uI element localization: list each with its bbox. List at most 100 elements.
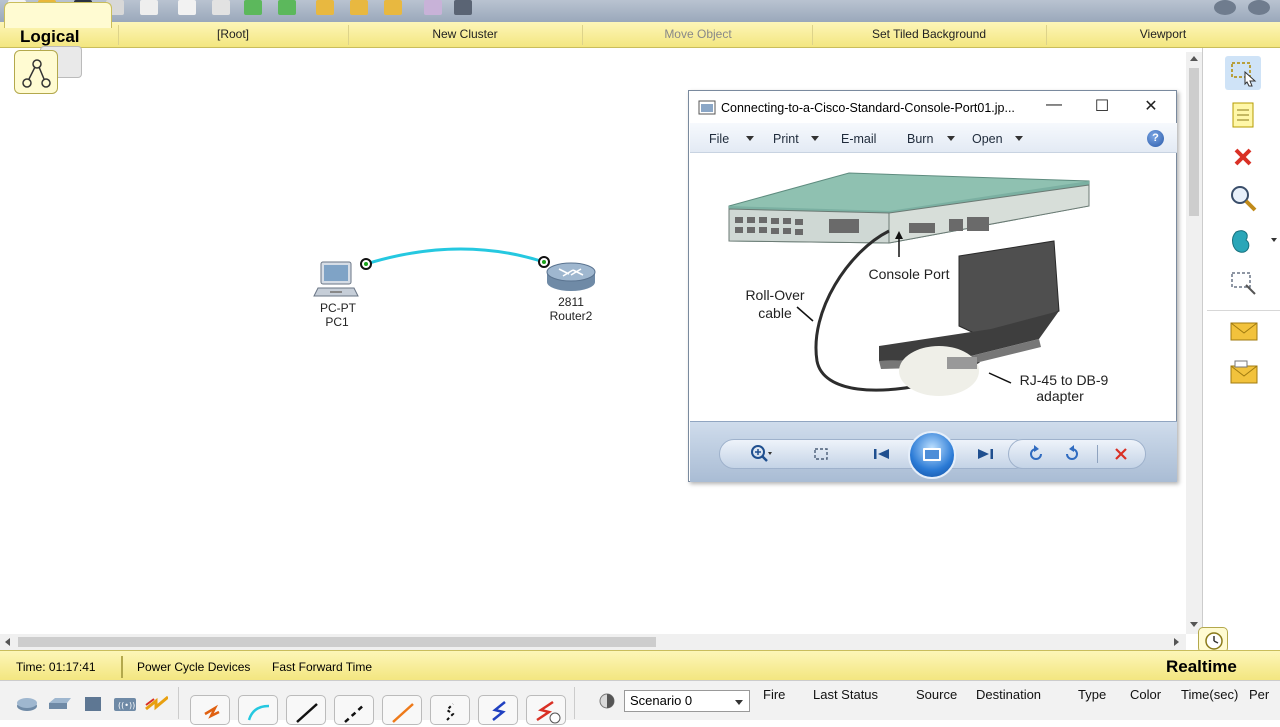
image-viewer-window[interactable]: Connecting-to-a-Cisco-Standard-Console-P… [688,90,1177,482]
delete-tool-button[interactable] [1225,140,1261,174]
delete-icon[interactable] [1108,441,1134,467]
chevron-down-icon[interactable] [735,700,743,705]
zoom-in-icon[interactable] [316,0,334,15]
logical-tab[interactable] [4,2,112,28]
pc1-name-label: PC1 [325,315,349,329]
fast-forward-time-button[interactable]: Fast Forward Time [272,660,372,674]
menu-email[interactable]: E-mail [841,132,876,146]
fiber-cable-button[interactable] [382,695,422,725]
realtime-mode-label[interactable]: Realtime [1166,657,1237,677]
help-icon[interactable]: ? [1147,130,1164,147]
pdu-column-periodic[interactable]: Per [1249,687,1269,702]
console-connection-photo: Console Port Roll-Over cable RJ-45 to DB… [709,161,1122,414]
coaxial-cable-button[interactable] [478,695,518,725]
scenario-icon [599,693,615,709]
console-cable-button[interactable] [238,695,278,725]
set-tiled-background-button[interactable]: Set Tiled Background [854,27,1004,41]
pc1-device[interactable] [312,258,362,302]
scroll-down-icon[interactable] [1190,622,1198,627]
pdu-column-source[interactable]: Source [916,687,957,702]
activity-wizard-icon[interactable] [140,0,158,15]
paste-icon[interactable] [212,0,230,15]
chevron-down-icon[interactable] [947,136,955,141]
draw-shape-tool-button[interactable] [1225,224,1261,258]
menu-burn[interactable]: Burn [907,132,933,146]
pdu-column-fire[interactable]: Fire [763,687,785,702]
zoom-icon[interactable] [748,441,774,467]
chevron-down-icon[interactable] [1015,136,1023,141]
scroll-right-icon[interactable] [1174,638,1179,646]
horizontal-scrollbar[interactable] [0,634,1186,650]
main-toolbar [0,0,1280,22]
viewer-nav-bar [690,421,1177,482]
select-tool-button[interactable] [1225,56,1261,90]
info-icon[interactable] [1214,0,1236,15]
rollover-label-line2: cable [758,305,792,321]
root-button[interactable]: [Root] [190,27,276,41]
pdu-column-time[interactable]: Time(sec) [1181,687,1238,702]
vertical-scrollbar[interactable] [1186,52,1202,634]
add-complex-pdu-button[interactable] [1225,356,1261,390]
adapter-label-line2: adapter [1036,388,1084,404]
navigation-button[interactable] [14,50,58,94]
divider [1046,25,1047,45]
routers-category-icon[interactable] [15,695,39,713]
help-icon[interactable] [1248,0,1270,15]
next-icon[interactable] [972,441,998,467]
menu-open[interactable]: Open [972,132,1003,146]
previous-icon[interactable] [869,441,895,467]
redo-icon[interactable] [278,0,296,15]
inspect-tool-button[interactable] [1225,182,1261,216]
minimize-button[interactable]: — [1039,96,1069,118]
wireless-category-icon[interactable]: ((•)) [112,695,136,713]
horizontal-scroll-thumb[interactable] [18,637,656,647]
rotate-clockwise-icon[interactable] [1059,441,1085,467]
note-tool-button[interactable] [1225,98,1261,132]
router2-device[interactable] [545,258,597,294]
image-file-icon [698,100,716,115]
scroll-up-icon[interactable] [1190,56,1198,61]
copy-icon[interactable] [178,0,196,15]
zoom-out-icon[interactable] [384,0,402,15]
menu-file[interactable]: File [709,132,729,146]
palette-icon[interactable] [424,0,442,15]
resize-tool-button[interactable] [1225,266,1261,300]
pdu-column-destination[interactable]: Destination [976,687,1041,702]
divider [1207,310,1280,311]
crossover-cable-button[interactable] [334,695,374,725]
pdu-column-type[interactable]: Type [1078,687,1106,702]
close-button[interactable]: ✕ [1136,96,1166,118]
chevron-down-icon[interactable] [811,136,819,141]
adapter-label-line1: RJ-45 to DB-9 [1019,372,1109,388]
complex-pdu-icon [1230,360,1258,384]
straight-through-cable-button[interactable] [286,695,326,725]
connections-category-icon[interactable] [144,695,168,713]
actual-size-icon[interactable] [808,441,834,467]
rotate-counterclockwise-icon[interactable] [1023,441,1049,467]
auto-connection-button[interactable] [190,695,230,725]
add-simple-pdu-button[interactable] [1225,314,1261,348]
vertical-scroll-thumb[interactable] [1189,68,1199,216]
topology-icon [22,59,51,88]
power-cycle-devices-button[interactable]: Power Cycle Devices [137,660,250,674]
scroll-left-icon[interactable] [5,638,10,646]
pdu-column-last-status[interactable]: Last Status [813,687,878,702]
undo-icon[interactable] [244,0,262,15]
scenario-select[interactable]: Scenario 0 [624,690,750,712]
move-object-button[interactable]: Move Object [640,27,756,41]
chevron-down-icon[interactable] [746,136,754,141]
magnifier-icon [1231,186,1257,212]
hubs-category-icon[interactable] [82,695,106,713]
switches-category-icon[interactable] [47,695,71,713]
zoom-reset-icon[interactable] [350,0,368,15]
pdu-column-color[interactable]: Color [1130,687,1161,702]
chevron-down-icon[interactable] [1271,238,1277,242]
serial-dce-cable-button[interactable] [526,695,566,725]
new-cluster-button[interactable]: New Cluster [410,27,520,41]
menu-print[interactable]: Print [773,132,799,146]
custom-device-icon[interactable] [454,0,472,15]
slideshow-button[interactable] [908,431,956,479]
maximize-button[interactable]: ☐ [1087,96,1117,118]
viewport-button[interactable]: Viewport [1120,27,1206,41]
phone-cable-button[interactable] [430,695,470,725]
